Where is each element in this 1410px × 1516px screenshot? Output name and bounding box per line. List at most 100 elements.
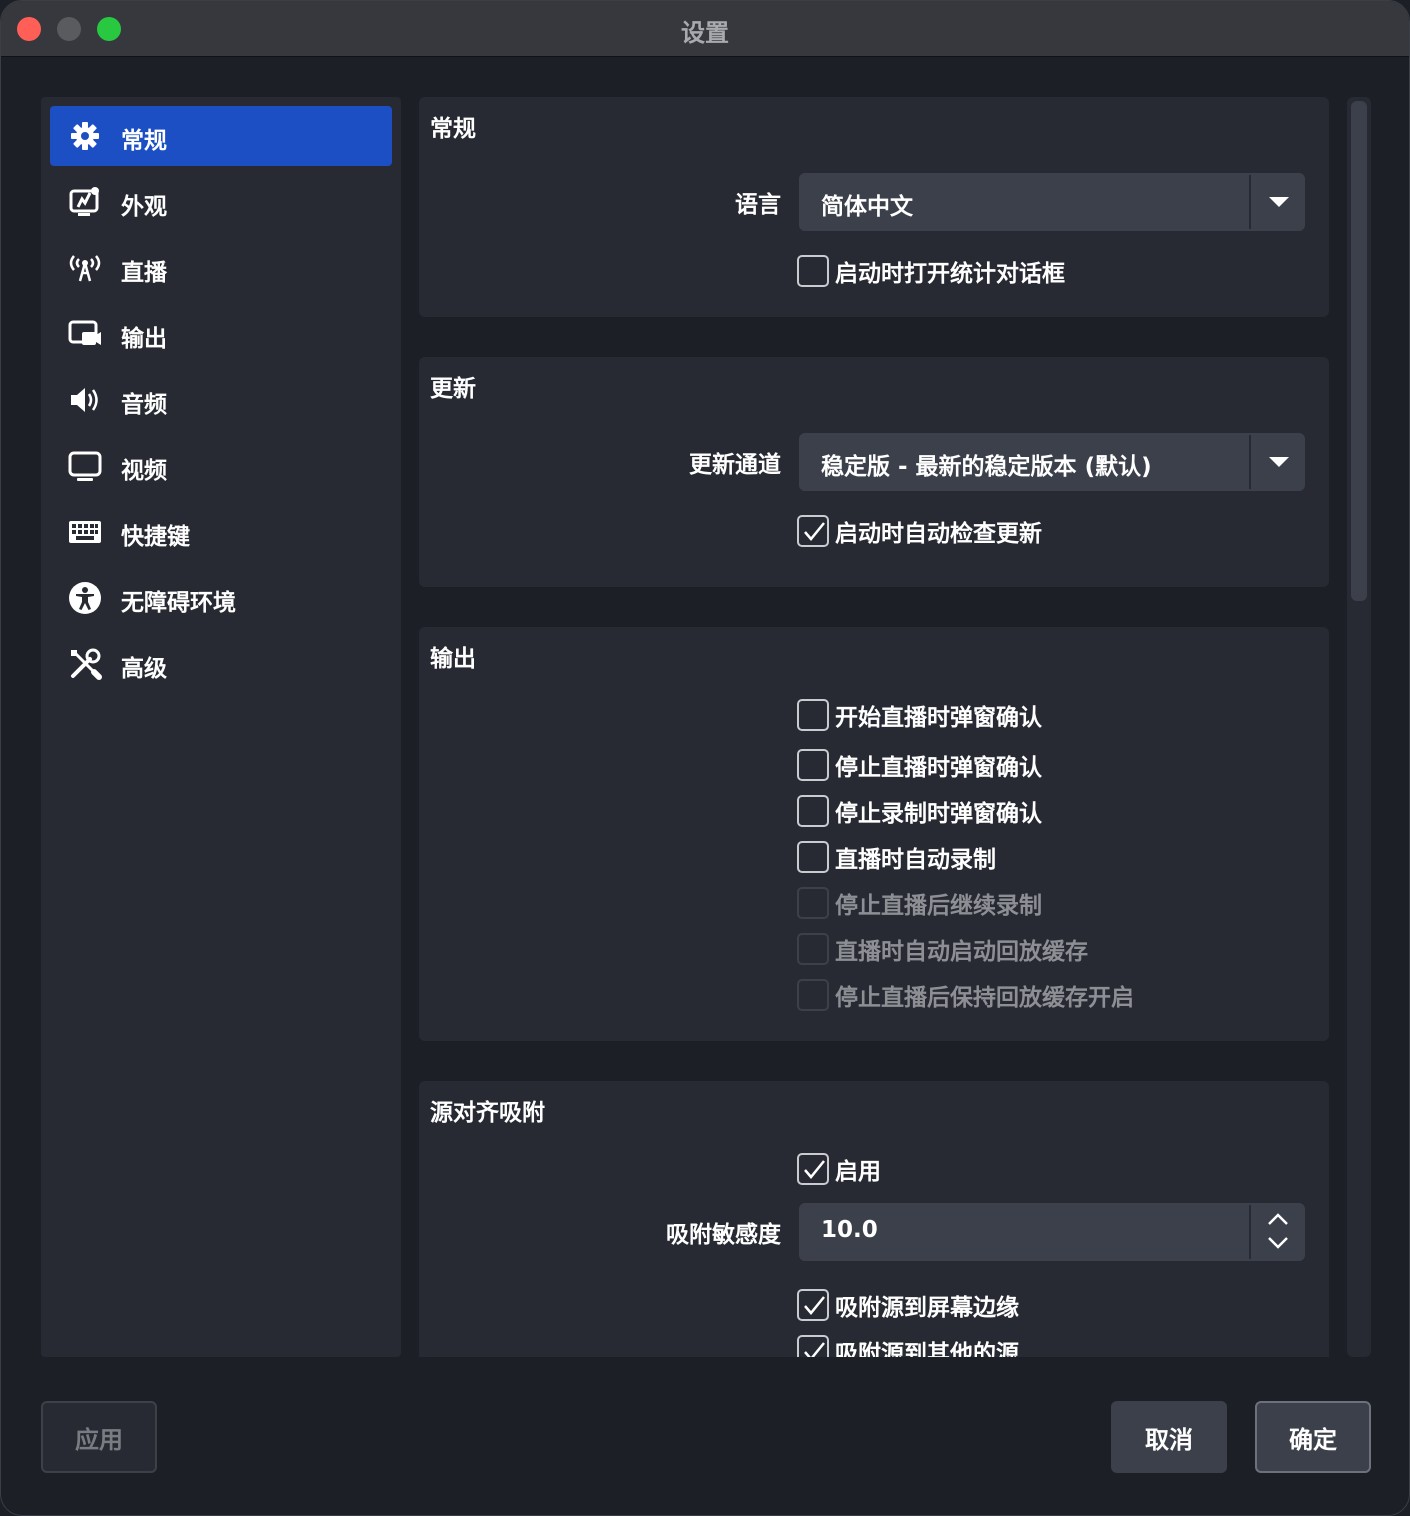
update-channel-value: 稳定版 - 最新的稳定版本 (默认) bbox=[821, 454, 1152, 480]
checkbox-label: 停止直播时弹窗确认 bbox=[835, 755, 1042, 781]
checkbox-label: 吸附源到屏幕边缘 bbox=[835, 1295, 1019, 1321]
output-group: 输出 开始直播时弹窗确认 停止直播时弹窗确认 停止录制时弹窗确认 直播时自动录制… bbox=[419, 627, 1329, 1041]
sidebar-item-label: 高级 bbox=[121, 656, 167, 682]
ok-button[interactable]: 确定 bbox=[1255, 1401, 1371, 1473]
output-icon bbox=[68, 317, 102, 351]
monitor-icon bbox=[68, 449, 102, 483]
checkbox-label: 开始直播时弹窗确认 bbox=[835, 705, 1042, 731]
settings-window: 设置 常规 外观 直播 输出 音频 视频 快捷键 无障碍环境 高级 常规 语言 … bbox=[0, 0, 1410, 1516]
keep-replay-buffer-checkbox bbox=[797, 979, 829, 1011]
speaker-icon bbox=[68, 383, 102, 417]
checkmark-icon bbox=[804, 522, 825, 541]
language-value: 简体中文 bbox=[821, 194, 913, 220]
confirm-stop-stream-row[interactable]: 停止直播时弹窗确认 bbox=[797, 748, 1042, 782]
title-bar: 设置 bbox=[1, 1, 1409, 57]
sidebar-item-output[interactable]: 输出 bbox=[50, 304, 392, 364]
chevron-down-icon bbox=[1269, 457, 1289, 467]
snap-sensitivity-value: 10.0 bbox=[821, 1217, 878, 1243]
window-title: 设置 bbox=[681, 19, 729, 47]
checkbox-label: 吸附源到其他的源 bbox=[835, 1341, 1019, 1357]
checkbox-label: 直播时自动录制 bbox=[835, 847, 996, 873]
checkbox-label: 停止录制时弹窗确认 bbox=[835, 801, 1042, 827]
group-title: 源对齐吸附 bbox=[430, 1100, 545, 1126]
group-title: 更新 bbox=[430, 376, 476, 402]
auto-check-updates-checkbox[interactable] bbox=[797, 515, 829, 547]
general-group: 常规 语言 简体中文 启动时打开统计对话框 bbox=[419, 97, 1329, 317]
confirm-start-stream-checkbox[interactable] bbox=[797, 699, 829, 731]
chevron-down-icon[interactable] bbox=[1265, 1233, 1291, 1253]
snap-other-sources-row[interactable]: 吸附源到其他的源 bbox=[797, 1334, 1019, 1357]
checkbox-label: 启动时自动检查更新 bbox=[835, 521, 1042, 547]
confirm-start-stream-row[interactable]: 开始直播时弹窗确认 bbox=[797, 698, 1042, 732]
sidebar-item-accessibility[interactable]: 无障碍环境 bbox=[50, 568, 392, 628]
snap-other-sources-checkbox[interactable] bbox=[797, 1335, 829, 1357]
keep-recording-checkbox bbox=[797, 887, 829, 919]
sidebar-item-appearance[interactable]: 外观 bbox=[50, 172, 392, 232]
auto-record-checkbox[interactable] bbox=[797, 841, 829, 873]
sidebar-item-label: 外观 bbox=[121, 194, 167, 220]
snap-sensitivity-label: 吸附敏感度 bbox=[666, 1222, 781, 1248]
snap-screen-edges-row[interactable]: 吸附源到屏幕边缘 bbox=[797, 1288, 1019, 1322]
auto-check-updates-row[interactable]: 启动时自动检查更新 bbox=[797, 514, 1042, 548]
language-select[interactable]: 简体中文 bbox=[799, 173, 1305, 231]
sidebar-item-label: 音频 bbox=[121, 392, 167, 418]
update-group: 更新 更新通道 稳定版 - 最新的稳定版本 (默认) 启动时自动检查更新 bbox=[419, 357, 1329, 587]
settings-content: 常规 语言 简体中文 启动时打开统计对话框 更新 更新通道 稳定版 - 最新的稳… bbox=[419, 97, 1329, 1357]
auto-replay-buffer-checkbox bbox=[797, 933, 829, 965]
sidebar-item-advanced[interactable]: 高级 bbox=[50, 634, 392, 694]
keyboard-icon bbox=[68, 515, 102, 549]
group-title: 常规 bbox=[430, 116, 476, 142]
confirm-stop-record-checkbox[interactable] bbox=[797, 795, 829, 827]
update-channel-select[interactable]: 稳定版 - 最新的稳定版本 (默认) bbox=[799, 433, 1305, 491]
auto-replay-buffer-row: 直播时自动启动回放缓存 bbox=[797, 932, 1088, 966]
checkbox-label: 直播时自动启动回放缓存 bbox=[835, 939, 1088, 965]
sidebar-item-label: 常规 bbox=[121, 128, 167, 154]
sidebar-item-label: 输出 bbox=[121, 326, 167, 352]
spin-divider bbox=[1249, 1205, 1251, 1259]
select-divider bbox=[1249, 435, 1251, 489]
snap-screen-edges-checkbox[interactable] bbox=[797, 1289, 829, 1321]
keep-replay-buffer-row: 停止直播后保持回放缓存开启 bbox=[797, 978, 1134, 1012]
sidebar-item-label: 快捷键 bbox=[121, 524, 190, 550]
sidebar-item-video[interactable]: 视频 bbox=[50, 436, 392, 496]
content-scrollbar[interactable] bbox=[1347, 97, 1371, 1357]
sidebar-item-label: 无障碍环境 bbox=[121, 590, 236, 616]
apply-button[interactable]: 应用 bbox=[41, 1401, 157, 1473]
antenna-icon bbox=[68, 251, 102, 285]
checkbox-label: 启动时打开统计对话框 bbox=[835, 261, 1065, 287]
checkbox-label: 启用 bbox=[835, 1159, 881, 1185]
checkbox-label: 停止直播后保持回放缓存开启 bbox=[835, 985, 1134, 1011]
chevron-up-icon[interactable] bbox=[1265, 1209, 1291, 1229]
checkbox-label: 停止直播后继续录制 bbox=[835, 893, 1042, 919]
gear-icon bbox=[68, 119, 102, 153]
sidebar-item-label: 直播 bbox=[121, 260, 167, 286]
checkmark-icon bbox=[804, 1296, 825, 1315]
keep-recording-row: 停止直播后继续录制 bbox=[797, 886, 1042, 920]
checkmark-icon bbox=[804, 1342, 825, 1357]
appearance-icon bbox=[68, 185, 102, 219]
language-label: 语言 bbox=[735, 192, 781, 218]
cancel-button[interactable]: 取消 bbox=[1111, 1401, 1227, 1473]
snapping-enable-row[interactable]: 启用 bbox=[797, 1152, 881, 1186]
open-stats-checkbox[interactable] bbox=[797, 255, 829, 287]
snap-sensitivity-spinbox[interactable]: 10.0 bbox=[799, 1203, 1305, 1261]
scrollbar-thumb[interactable] bbox=[1351, 101, 1367, 601]
snapping-group: 源对齐吸附 启用 吸附敏感度 10.0 吸附源到屏幕边缘 吸附源到其他的源 bbox=[419, 1081, 1329, 1357]
group-title: 输出 bbox=[430, 646, 476, 672]
accessibility-icon bbox=[68, 581, 102, 615]
auto-record-row[interactable]: 直播时自动录制 bbox=[797, 840, 996, 874]
settings-sidebar: 常规 外观 直播 输出 音频 视频 快捷键 无障碍环境 高级 bbox=[41, 97, 401, 1357]
sidebar-item-label: 视频 bbox=[121, 458, 167, 484]
confirm-stop-stream-checkbox[interactable] bbox=[797, 749, 829, 781]
checkmark-icon bbox=[804, 1160, 825, 1179]
snapping-enable-checkbox[interactable] bbox=[797, 1153, 829, 1185]
sidebar-item-audio[interactable]: 音频 bbox=[50, 370, 392, 430]
open-stats-checkbox-row[interactable]: 启动时打开统计对话框 bbox=[797, 254, 1065, 288]
update-channel-label: 更新通道 bbox=[689, 452, 781, 478]
confirm-stop-record-row[interactable]: 停止录制时弹窗确认 bbox=[797, 794, 1042, 828]
sidebar-item-general[interactable]: 常规 bbox=[50, 106, 392, 166]
sidebar-item-hotkeys[interactable]: 快捷键 bbox=[50, 502, 392, 562]
sidebar-item-stream[interactable]: 直播 bbox=[50, 238, 392, 298]
tools-icon bbox=[68, 647, 102, 681]
select-divider bbox=[1249, 175, 1251, 229]
